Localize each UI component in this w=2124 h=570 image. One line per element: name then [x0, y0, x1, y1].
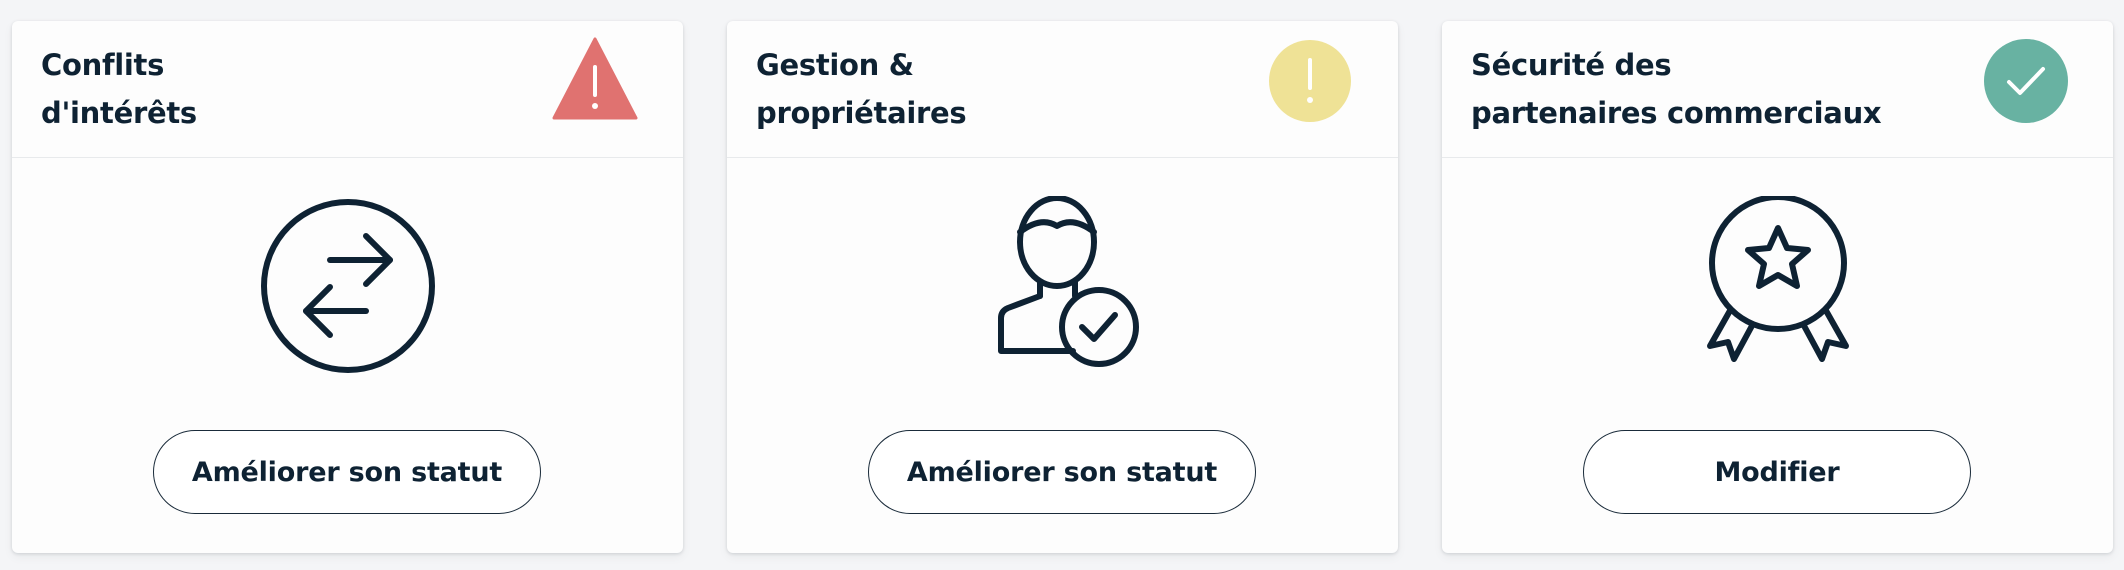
illustration — [1442, 196, 2113, 396]
card-title-line: partenaires commerciaux — [1471, 96, 1882, 130]
card-header: Sécurité des partenaires commerciaux — [1442, 21, 2113, 158]
illustration — [727, 196, 1398, 396]
ameliorer-statut-button[interactable]: Améliorer son statut — [868, 430, 1256, 514]
card-title-line: Gestion & — [756, 48, 914, 82]
card-conflits-interets: Conflits d'intérêts Améliorer son statut — [12, 21, 683, 553]
illustration — [12, 196, 683, 396]
card-title-line: d'intérêts — [41, 96, 197, 130]
exclamation-circle-icon — [1267, 38, 1353, 124]
card-title: Conflits d'intérêts — [41, 41, 561, 137]
card-title-line: Sécurité des — [1471, 48, 1672, 82]
card-securite-partenaires: Sécurité des partenaires commerciaux Mod… — [1442, 21, 2113, 553]
warning-triangle-icon — [552, 35, 638, 121]
status-cards-grid: Conflits d'intérêts Améliorer son statut — [0, 0, 2124, 570]
card-header: Gestion & propriétaires — [727, 21, 1398, 158]
person-check-icon — [997, 196, 1139, 367]
ameliorer-statut-button[interactable]: Améliorer son statut — [153, 430, 541, 514]
card-gestion-proprietaires: Gestion & propriétaires Améliorer son st… — [727, 21, 1398, 553]
card-header: Conflits d'intérêts — [12, 21, 683, 158]
award-ribbon-icon — [1706, 196, 1849, 362]
arrows-exchange-icon — [260, 199, 435, 373]
card-title-line: Conflits — [41, 48, 165, 82]
card-title: Gestion & propriétaires — [756, 41, 1276, 137]
check-circle-icon — [1983, 38, 2069, 124]
modifier-button[interactable]: Modifier — [1583, 430, 1971, 514]
card-title-line: propriétaires — [756, 96, 967, 130]
card-title: Sécurité des partenaires commerciaux — [1471, 41, 1991, 137]
